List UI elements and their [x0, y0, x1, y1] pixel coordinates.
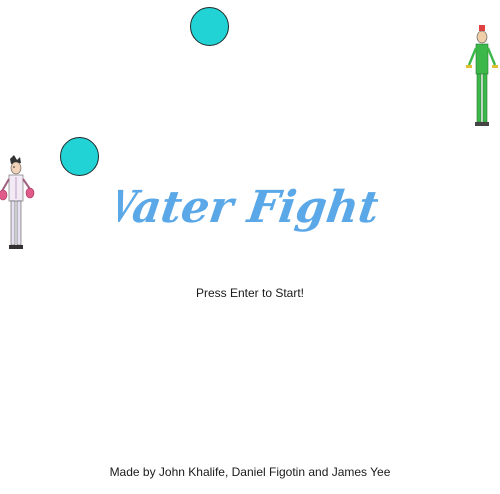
water-ball-top	[190, 7, 229, 46]
game-title: Water Fight!	[118, 181, 378, 233]
water-ball-left	[60, 137, 99, 176]
game-canvas[interactable]: Water Fight! Press Enter to Start! Made …	[0, 0, 500, 494]
player-left-sprite	[0, 155, 36, 259]
game-title-logo: Water Fight!	[118, 170, 378, 250]
player-right-sprite	[464, 25, 500, 129]
credits-text: Made by John Khalife, Daniel Figotin and…	[109, 465, 391, 479]
start-prompt: Press Enter to Start!	[195, 286, 305, 300]
